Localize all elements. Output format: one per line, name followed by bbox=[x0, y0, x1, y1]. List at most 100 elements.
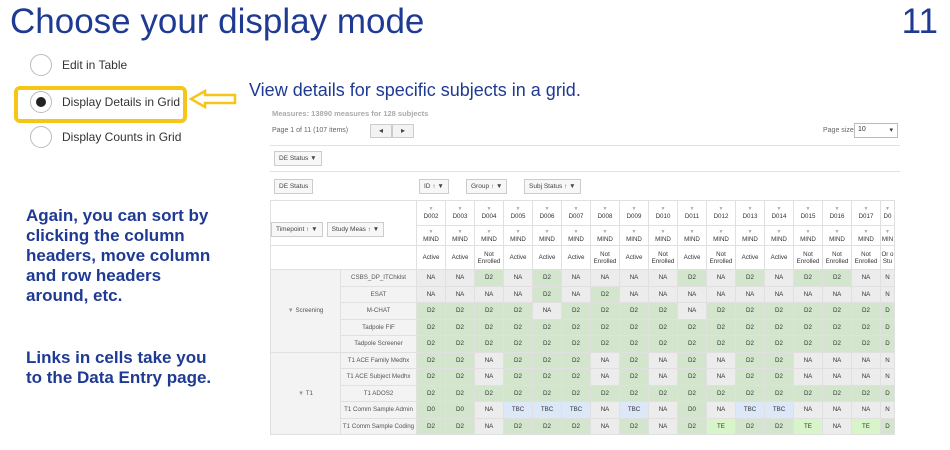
grid-cell-link[interactable]: D2 bbox=[532, 318, 562, 336]
timepoint-row-header[interactable]: ▼ Screening bbox=[270, 269, 341, 353]
measure-row-header[interactable]: Tadpole Screener bbox=[340, 335, 417, 353]
sort-caret-icon[interactable]: ▼ bbox=[882, 228, 894, 236]
grid-cell-link[interactable]: D2 bbox=[851, 335, 881, 353]
measure-row-header[interactable]: ESAT bbox=[340, 285, 417, 303]
sort-caret-icon[interactable]: ▼ bbox=[650, 205, 677, 213]
sort-icon[interactable]: ↑ bbox=[432, 183, 435, 190]
filter-icon[interactable]: ▼ bbox=[569, 183, 575, 190]
column-header-subject[interactable]: ▼ D005 bbox=[503, 200, 533, 226]
column-header-subject[interactable]: ▼ D017 bbox=[851, 200, 881, 226]
grid-cell-link[interactable]: NA bbox=[619, 269, 649, 287]
grid-cell-link[interactable]: D2 bbox=[532, 368, 562, 386]
column-header-group[interactable]: ▼ MIND bbox=[764, 225, 794, 246]
grid-cell-link[interactable]: D2 bbox=[677, 269, 707, 287]
grid-cell-link[interactable]: NA bbox=[503, 285, 533, 303]
grid-cell-link[interactable]: NA bbox=[590, 417, 620, 435]
column-header-group[interactable]: ▼ MIND bbox=[793, 225, 823, 246]
grid-cell-link[interactable]: D2 bbox=[561, 335, 591, 353]
grid-cell-link[interactable]: D2 bbox=[677, 417, 707, 435]
grid-cell-link[interactable]: N bbox=[880, 269, 895, 287]
grid-cell-link[interactable]: D2 bbox=[445, 368, 475, 386]
filter-icon[interactable]: ▼ bbox=[437, 183, 443, 190]
sort-caret-icon[interactable]: ▼ bbox=[737, 205, 764, 213]
grid-cell-link[interactable]: D2 bbox=[561, 368, 591, 386]
sort-caret-icon[interactable]: ▼ bbox=[621, 205, 648, 213]
grid-cell-link[interactable]: D2 bbox=[619, 302, 649, 320]
grid-cell-link[interactable]: D bbox=[880, 384, 895, 402]
grid-cell-link[interactable]: D2 bbox=[590, 384, 620, 402]
column-header-subject[interactable]: ▼ D012 bbox=[706, 200, 736, 226]
sort-caret-icon[interactable]: ▼ bbox=[679, 228, 706, 236]
grid-cell-link[interactable]: D2 bbox=[677, 351, 707, 369]
sort-caret-icon[interactable]: ▼ bbox=[882, 205, 894, 213]
column-header-subject[interactable]: ▼ D0 bbox=[880, 200, 895, 226]
radio-button[interactable] bbox=[30, 126, 52, 148]
sort-caret-icon[interactable]: ▼ bbox=[708, 205, 735, 213]
grid-cell-link[interactable]: NA bbox=[851, 401, 881, 419]
grid-cell-link[interactable]: NA bbox=[590, 269, 620, 287]
column-header-subject[interactable]: ▼ D007 bbox=[561, 200, 591, 226]
column-header-subject[interactable]: ▼ D013 bbox=[735, 200, 765, 226]
grid-cell-link[interactable]: D2 bbox=[793, 302, 823, 320]
grid-cell-link[interactable]: TBC bbox=[735, 401, 765, 419]
grid-cell-link[interactable]: NA bbox=[793, 351, 823, 369]
grid-cell-link[interactable]: D2 bbox=[590, 318, 620, 336]
grid-cell-link[interactable]: NA bbox=[793, 368, 823, 386]
measure-row-header[interactable]: T1 ADOS2 bbox=[340, 384, 417, 402]
column-header-group[interactable]: ▼ MIND bbox=[474, 225, 504, 246]
grid-cell-link[interactable]: D bbox=[880, 318, 895, 336]
grid-cell-link[interactable]: D2 bbox=[648, 335, 678, 353]
column-header-group[interactable]: ▼ MIN bbox=[880, 225, 895, 246]
measure-row-header[interactable]: CSBS_DP_ITChklst bbox=[340, 269, 417, 287]
column-header-group[interactable]: ▼ MIND bbox=[851, 225, 881, 246]
column-header-status[interactable]: Not Enrolled bbox=[793, 245, 823, 270]
grid-cell-link[interactable]: D bbox=[880, 417, 895, 435]
grid-cell-link[interactable]: NA bbox=[503, 269, 533, 287]
grid-cell-link[interactable]: D2 bbox=[648, 384, 678, 402]
sort-caret-icon[interactable]: ▼ bbox=[447, 228, 474, 236]
grid-cell-link[interactable]: D2 bbox=[648, 302, 678, 320]
grid-cell-link[interactable]: D2 bbox=[416, 384, 446, 402]
sort-caret-icon[interactable]: ▼ bbox=[824, 228, 851, 236]
grid-cell-link[interactable]: D2 bbox=[793, 269, 823, 287]
grid-cell-link[interactable]: D2 bbox=[503, 318, 533, 336]
measure-row-header[interactable]: Tadpole FIF bbox=[340, 318, 417, 336]
grid-cell-link[interactable]: NA bbox=[822, 368, 852, 386]
grid-cell-link[interactable]: D2 bbox=[677, 318, 707, 336]
column-header-group[interactable]: ▼ MIND bbox=[532, 225, 562, 246]
grid-cell-link[interactable]: D2 bbox=[677, 335, 707, 353]
grid-cell-link[interactable]: NA bbox=[706, 401, 736, 419]
grid-cell-link[interactable]: D0 bbox=[445, 401, 475, 419]
grid-cell-link[interactable]: D2 bbox=[445, 335, 475, 353]
sort-caret-icon[interactable]: ▼ bbox=[505, 205, 532, 213]
prev-page-button[interactable]: ◂ bbox=[370, 124, 392, 138]
grid-cell-link[interactable]: NA bbox=[677, 302, 707, 320]
grid-cell-link[interactable]: D2 bbox=[648, 318, 678, 336]
grid-cell-link[interactable]: D2 bbox=[532, 269, 562, 287]
sort-caret-icon[interactable]: ▼ bbox=[563, 228, 590, 236]
grid-cell-link[interactable]: D2 bbox=[764, 351, 794, 369]
column-header-status[interactable]: Not Enrolled bbox=[822, 245, 852, 270]
grid-cell-link[interactable]: TBC bbox=[561, 401, 591, 419]
column-header-subject[interactable]: ▼ D009 bbox=[619, 200, 649, 226]
column-header-status[interactable]: Active bbox=[677, 245, 707, 270]
page-size-select[interactable]: 10 ▾ bbox=[854, 123, 898, 138]
column-header-subject[interactable]: ▼ D011 bbox=[677, 200, 707, 226]
grid-cell-link[interactable]: D2 bbox=[822, 318, 852, 336]
grid-cell-link[interactable]: D2 bbox=[416, 318, 446, 336]
grid-cell-link[interactable]: D2 bbox=[851, 318, 881, 336]
grid-cell-link[interactable]: TBC bbox=[503, 401, 533, 419]
grid-cell-link[interactable]: NA bbox=[416, 285, 446, 303]
grid-cell-link[interactable]: NA bbox=[561, 269, 591, 287]
measure-row-header[interactable]: M-CHAT bbox=[340, 302, 417, 320]
grid-cell-link[interactable]: D2 bbox=[561, 302, 591, 320]
sort-caret-icon[interactable]: ▼ bbox=[592, 228, 619, 236]
grid-cell-link[interactable]: D2 bbox=[619, 368, 649, 386]
grid-cell-link[interactable]: D2 bbox=[416, 351, 446, 369]
grid-cell-link[interactable]: D2 bbox=[503, 335, 533, 353]
grid-cell-link[interactable]: NA bbox=[474, 401, 504, 419]
header-chip-de-status[interactable]: DE Status bbox=[274, 179, 314, 194]
sort-caret-icon[interactable]: ▼ bbox=[476, 228, 503, 236]
grid-cell-link[interactable]: NA bbox=[532, 302, 562, 320]
grid-cell-link[interactable]: N bbox=[880, 368, 895, 386]
